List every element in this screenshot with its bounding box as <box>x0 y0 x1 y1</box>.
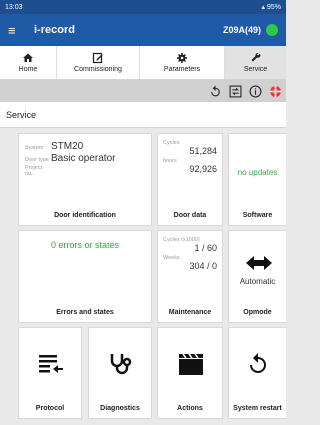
battery-level: 95% <box>266 3 281 11</box>
door-type-value: Basic operator <box>51 153 116 164</box>
menu-icon[interactable]: ≡ <box>8 23 26 38</box>
section-title: Service <box>6 109 37 120</box>
maintenance-tile[interactable]: Cycles (x1000) 1 / 60 Weeks 304 / 0 Main… <box>157 230 223 323</box>
tab-parameters-label: Parameters <box>163 66 201 73</box>
hours-value: 92,926 <box>189 164 217 174</box>
actions-caption: Actions <box>177 405 203 412</box>
device-id: Z09A(49) <box>222 25 261 35</box>
tab-service-label: Service <box>243 66 268 73</box>
protocol-caption: Protocol <box>35 405 65 412</box>
app-title: i-record <box>34 24 75 36</box>
system-restart-caption: System restart <box>233 405 282 412</box>
tab-service[interactable]: Service <box>225 46 286 79</box>
opmode-caption: Opmode <box>243 309 272 316</box>
maintenance-cycles-value: 1 / 60 <box>194 243 217 253</box>
system-restart-tile[interactable]: System restart <box>228 327 286 419</box>
tab-commissioning-label: Commissioning <box>74 66 122 73</box>
swap-icon[interactable] <box>229 85 242 98</box>
maintenance-weeks-value: 304 / 0 <box>189 261 217 271</box>
status-right: ▴ 95% <box>261 3 281 12</box>
diagnostics-tile[interactable]: Diagnostics <box>88 327 152 419</box>
maintenance-caption: Maintenance <box>168 309 212 316</box>
opmode-value: Automatic <box>239 277 276 286</box>
edit-icon <box>92 52 103 64</box>
software-tile[interactable]: no updates Software <box>228 133 286 226</box>
door-data-tile[interactable]: Cycles 51,284 hours 92,926 Door data <box>157 133 223 226</box>
tab-bar: Home Commissioning Parameters Service <box>0 46 286 80</box>
door-identification-tile[interactable]: System STM20 Door type Basic operator Pr… <box>18 133 152 226</box>
lifebuoy-icon[interactable] <box>269 85 282 98</box>
restart-icon <box>250 353 266 373</box>
errors-status: 0 errors or states <box>50 240 120 250</box>
door-data-caption: Door data <box>173 212 207 219</box>
home-icon <box>23 53 33 62</box>
service-toolbar <box>0 80 286 102</box>
actions-tile[interactable]: Actions <box>157 327 223 419</box>
cycles-value: 51,284 <box>189 146 217 156</box>
system-value: STM20 <box>51 141 84 152</box>
connection-status-icon <box>266 24 278 36</box>
software-caption: Software <box>242 212 273 219</box>
section-header: Service <box>0 102 286 128</box>
tab-parameters[interactable]: Parameters <box>140 46 225 79</box>
system-label: System <box>25 145 44 151</box>
tab-home[interactable]: Home <box>0 46 57 79</box>
stethoscope-icon <box>110 354 132 375</box>
door-identification-caption: Door identification <box>54 212 116 219</box>
arrows-horizontal-icon <box>246 256 272 270</box>
tab-commissioning[interactable]: Commissioning <box>57 46 140 79</box>
status-time: 13:03 <box>5 3 23 11</box>
errors-caption: Errors and states <box>56 309 114 316</box>
errors-states-tile[interactable]: 0 errors or states Errors and states <box>18 230 152 323</box>
refresh-icon[interactable] <box>209 85 222 98</box>
wrench-icon <box>251 52 261 62</box>
protocol-tile[interactable]: Protocol <box>18 327 82 419</box>
tab-home-label: Home <box>18 66 38 73</box>
protocol-list-icon <box>39 355 63 373</box>
clapperboard-icon <box>179 353 203 375</box>
info-icon[interactable] <box>249 85 262 98</box>
software-status: no updates <box>237 168 278 177</box>
diagnostics-caption: Diagnostics <box>100 405 140 412</box>
signal-icon: ▴ <box>261 4 265 11</box>
gear-icon <box>177 53 187 63</box>
project-label: Project nu... <box>25 165 43 177</box>
app-bar: ≡ i-record Z09A(49) <box>0 14 286 46</box>
door-type-label: Door type <box>25 157 49 163</box>
opmode-tile[interactable]: Automatic Opmode <box>228 230 286 323</box>
status-bar: 13:03 ▴ 95% <box>0 0 286 14</box>
